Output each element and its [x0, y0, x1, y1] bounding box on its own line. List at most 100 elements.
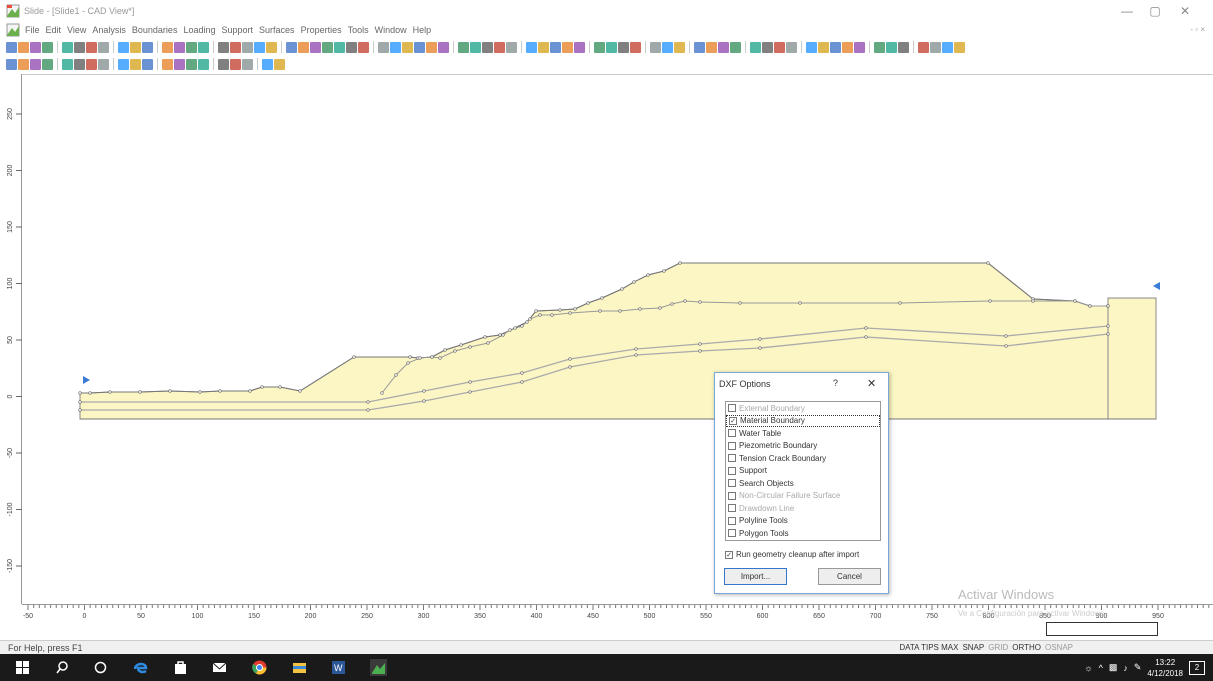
vertex-node[interactable]: [198, 390, 202, 394]
toolbar-button-icon[interactable]: [818, 41, 829, 53]
vertex-node[interactable]: [218, 389, 222, 393]
vertex-node[interactable]: [1106, 332, 1110, 336]
toolbar-button-icon[interactable]: [358, 41, 369, 53]
menu-help[interactable]: Help: [410, 25, 435, 35]
option-polygon-tools[interactable]: Polygon Tools: [726, 527, 880, 540]
toolbar-button-icon[interactable]: [470, 41, 481, 53]
vertex-node[interactable]: [568, 357, 572, 361]
option-checkbox[interactable]: [728, 479, 736, 488]
toolbar-button-icon[interactable]: [286, 41, 297, 53]
menu-window[interactable]: Window: [372, 25, 410, 35]
vertex-node[interactable]: [138, 390, 142, 394]
vertex-node[interactable]: [1088, 304, 1092, 308]
vertex-node[interactable]: [352, 355, 356, 359]
file-explorer-icon[interactable]: [291, 659, 308, 676]
vertex-node[interactable]: [394, 373, 398, 377]
maximize-button[interactable]: ▢: [1140, 4, 1170, 18]
toolbar-button-icon[interactable]: [730, 41, 741, 53]
mdi-controls[interactable]: - ▫ ×: [1190, 25, 1205, 34]
vertex-node[interactable]: [422, 399, 426, 403]
windows-start-icon[interactable]: [14, 659, 31, 676]
notifications-icon[interactable]: 2: [1189, 660, 1205, 675]
vertex-node[interactable]: [498, 333, 502, 337]
vertex-node[interactable]: [558, 308, 562, 312]
tray-chevron-icon[interactable]: ^: [1099, 663, 1103, 673]
clock[interactable]: 13:22 4/12/2018: [1147, 657, 1183, 679]
vertex-node[interactable]: [758, 346, 762, 350]
toolbar-button-icon[interactable]: [606, 41, 617, 53]
toolbar-button-icon[interactable]: [562, 41, 573, 53]
toolbar-button-icon[interactable]: [842, 41, 853, 53]
store-icon[interactable]: [172, 659, 189, 676]
toolbar-button-icon[interactable]: [334, 41, 345, 53]
vertex-node[interactable]: [468, 390, 472, 394]
toolbar-button-icon[interactable]: [130, 41, 141, 53]
option-checkbox[interactable]: [728, 441, 736, 450]
vertex-node[interactable]: [738, 301, 742, 305]
right-block[interactable]: [1107, 297, 1157, 420]
vertex-node[interactable]: [468, 345, 472, 349]
toolbar-button-icon[interactable]: [346, 41, 357, 53]
option-checkbox[interactable]: [728, 504, 736, 513]
toolbar-button-icon[interactable]: [162, 58, 173, 70]
task-view-icon[interactable]: [92, 659, 109, 676]
vertex-node[interactable]: [260, 385, 264, 389]
vertex-node[interactable]: [698, 349, 702, 353]
toolbar-button-icon[interactable]: [142, 41, 153, 53]
menu-view[interactable]: View: [64, 25, 89, 35]
toolbar-button-icon[interactable]: [662, 41, 673, 53]
toolbar-button-icon[interactable]: [254, 41, 265, 53]
vertex-node[interactable]: [573, 307, 577, 311]
toolbar-button-icon[interactable]: [142, 58, 153, 70]
vertex-node[interactable]: [408, 355, 412, 359]
vertex-node[interactable]: [758, 337, 762, 341]
vertex-node[interactable]: [1004, 344, 1008, 348]
status-grid[interactable]: GRID: [988, 643, 1008, 652]
option-checkbox[interactable]: [728, 466, 736, 475]
vertex-node[interactable]: [1106, 324, 1110, 328]
network-icon[interactable]: ▩: [1109, 662, 1118, 673]
vertex-node[interactable]: [683, 299, 687, 303]
menu-loading[interactable]: Loading: [180, 25, 218, 35]
toolbar-button-icon[interactable]: [274, 58, 285, 70]
chrome-icon[interactable]: [251, 659, 268, 676]
toolbar-button-icon[interactable]: [706, 41, 717, 53]
vertex-node[interactable]: [520, 380, 524, 384]
menu-tools[interactable]: Tools: [345, 25, 372, 35]
menu-analysis[interactable]: Analysis: [89, 25, 129, 35]
toolbar-button-icon[interactable]: [694, 41, 705, 53]
toolbar-button-icon[interactable]: [526, 41, 537, 53]
toolbar-button-icon[interactable]: [774, 41, 785, 53]
toolbar-button-icon[interactable]: [266, 41, 277, 53]
vertex-node[interactable]: [525, 320, 529, 324]
status-data-tips-max[interactable]: DATA TIPS MAX: [899, 643, 958, 652]
toolbar-button-icon[interactable]: [198, 58, 209, 70]
vertex-node[interactable]: [78, 400, 82, 404]
option-checkbox[interactable]: [728, 429, 736, 438]
toolbar-button-icon[interactable]: [494, 41, 505, 53]
toolbar-button-icon[interactable]: [854, 41, 865, 53]
vertex-node[interactable]: [520, 324, 524, 328]
vertex-node[interactable]: [380, 391, 384, 395]
toolbar-button-icon[interactable]: [42, 41, 53, 53]
vertex-node[interactable]: [658, 306, 662, 310]
vertex-node[interactable]: [1004, 334, 1008, 338]
soil-region[interactable]: [79, 262, 1157, 420]
toolbar-button-icon[interactable]: [242, 58, 253, 70]
option-checkbox[interactable]: ✓: [729, 416, 737, 425]
toolbar-button-icon[interactable]: [918, 41, 929, 53]
toolbar-button-icon[interactable]: [930, 41, 941, 53]
people-icon[interactable]: ☼: [1084, 663, 1092, 673]
vertex-node[interactable]: [638, 307, 642, 311]
toolbar-button-icon[interactable]: [898, 41, 909, 53]
vertex-node[interactable]: [864, 326, 868, 330]
cleanup-checkbox-row[interactable]: ✓ Run geometry cleanup after import: [725, 550, 859, 559]
toolbar-button-icon[interactable]: [390, 41, 401, 53]
vertex-node[interactable]: [662, 269, 666, 273]
toolbar-button-icon[interactable]: [574, 41, 585, 53]
toolbar-button-icon[interactable]: [378, 41, 389, 53]
menu-properties[interactable]: Properties: [298, 25, 345, 35]
toolbar-button-icon[interactable]: [118, 58, 129, 70]
toolbar-button-icon[interactable]: [98, 58, 109, 70]
vertex-node[interactable]: [898, 301, 902, 305]
